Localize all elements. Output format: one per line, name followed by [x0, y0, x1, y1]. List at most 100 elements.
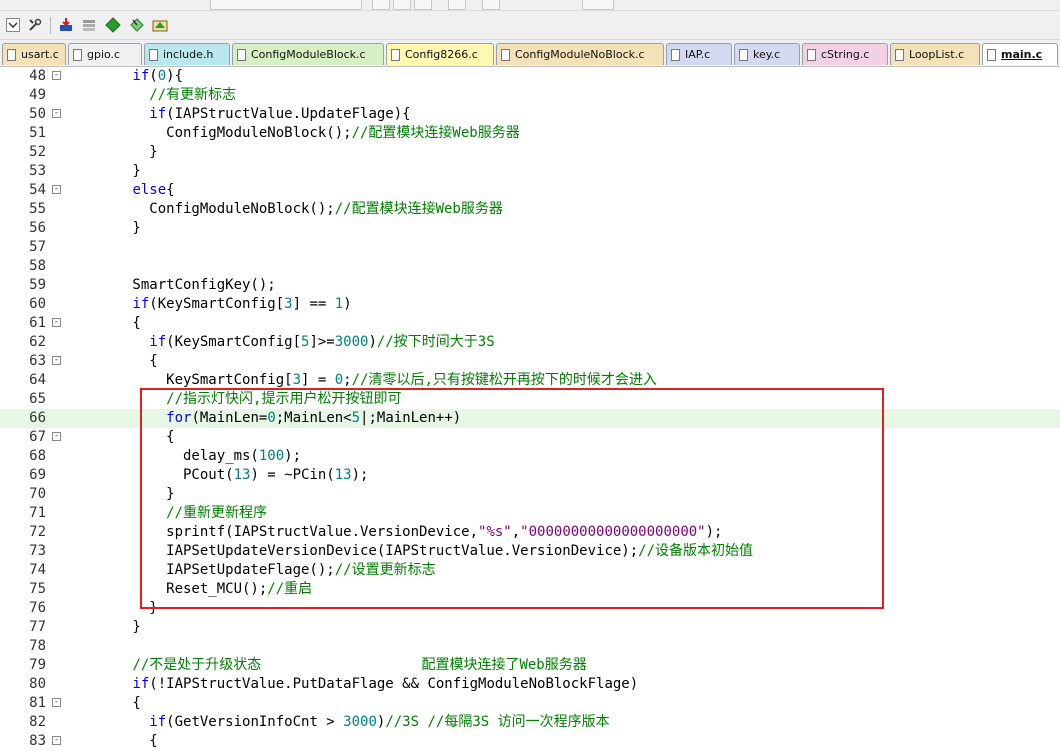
file-icon [73, 48, 82, 61]
code-text: else{ [65, 181, 174, 200]
toolbar-button[interactable] [482, 0, 500, 10]
code-token: ConfigModuleNoBlock(); [65, 125, 352, 141]
code-token: //不是处于升级状态 配置模块连接了Web服务器 [132, 657, 587, 673]
dropdown-icon[interactable] [3, 15, 23, 35]
code-text: SmartConfigKey(); [65, 276, 276, 295]
code-line[interactable]: 56 } [0, 219, 1060, 238]
line-number: 56 [29, 220, 46, 236]
code-token: } [65, 144, 158, 160]
file-icon [895, 48, 904, 61]
fold-toggle-icon[interactable]: - [52, 185, 61, 194]
code-token: ]>= [309, 334, 335, 350]
toolbar-button[interactable] [582, 0, 614, 10]
line-number: 74 [29, 562, 46, 578]
toolbar-button[interactable] [372, 0, 390, 10]
line-number: 78 [29, 638, 46, 654]
line-number: 76 [29, 600, 46, 616]
tab-usart-c[interactable]: usart.c [2, 43, 66, 65]
code-token: 3000 [343, 714, 377, 730]
code-token: KeySmartConfig[ [65, 372, 293, 388]
code-line[interactable]: 82 if(GetVersionInfoCnt > 3000)//3S //每隔… [0, 713, 1060, 732]
code-token: if [149, 714, 167, 730]
line-number: 70 [29, 486, 46, 502]
toolbar-button[interactable] [448, 0, 466, 10]
tab-cstring-c[interactable]: cString.c [802, 43, 888, 65]
tab-include-h[interactable]: include.h [144, 43, 230, 65]
code-token: } [65, 619, 141, 635]
fold-toggle-icon[interactable]: - [52, 698, 61, 707]
fold-toggle-icon[interactable]: - [52, 356, 61, 365]
load-icon[interactable] [56, 15, 76, 35]
code-token: } [65, 220, 141, 236]
code-line[interactable]: 78 [0, 637, 1060, 656]
editor-tab-bar: usart.c gpio.c include.h ConfigModuleBlo… [0, 40, 1060, 67]
line-number: 58 [29, 258, 46, 274]
code-text: { [65, 352, 157, 371]
tab-main-c[interactable]: main.c [982, 43, 1058, 65]
tab-looplist-c[interactable]: LoopList.c [890, 43, 980, 65]
fold-toggle-icon[interactable]: - [52, 109, 61, 118]
code-line[interactable]: 83- { [0, 732, 1060, 751]
wrench-icon[interactable] [25, 15, 45, 35]
file-icon [739, 48, 748, 61]
code-line[interactable]: 52 } [0, 143, 1060, 162]
file-icon [237, 48, 246, 61]
code-line[interactable]: 60 if(KeySmartConfig[3] == 1) [0, 295, 1060, 314]
code-token: ( [149, 68, 158, 84]
code-token: if [132, 296, 150, 312]
code-line[interactable]: 79 //不是处于升级状态 配置模块连接了Web服务器 [0, 656, 1060, 675]
code-line[interactable]: 55 ConfigModuleNoBlock();//配置模块连接Web服务器 [0, 200, 1060, 219]
diamond-icon[interactable] [103, 15, 123, 35]
code-token: if [149, 334, 167, 350]
code-token: ConfigModuleNoBlock(); [65, 201, 335, 217]
code-line[interactable]: 54- else{ [0, 181, 1060, 200]
tab-key-c[interactable]: key.c [734, 43, 800, 65]
diamond-arrow-icon[interactable] [127, 15, 147, 35]
line-number: 53 [29, 163, 46, 179]
code-token: } [65, 163, 141, 179]
code-line[interactable]: 50- if(IAPStructValue.UpdateFlage){ [0, 105, 1060, 124]
fold-toggle-icon[interactable]: - [52, 71, 61, 80]
line-number: 83 [29, 733, 46, 749]
stack-icon[interactable] [79, 15, 99, 35]
code-text: } [65, 219, 141, 238]
code-line[interactable]: 61- { [0, 314, 1060, 333]
manage-icon[interactable] [150, 15, 170, 35]
code-token: SmartConfigKey(); [65, 277, 276, 293]
code-line[interactable]: 59 SmartConfigKey(); [0, 276, 1060, 295]
fold-toggle-icon[interactable]: - [52, 432, 61, 441]
tab-iap-c[interactable]: IAP.c [666, 43, 732, 65]
code-line[interactable]: 51 ConfigModuleNoBlock();//配置模块连接Web服务器 [0, 124, 1060, 143]
toolbar-button[interactable] [393, 0, 411, 10]
code-text: { [65, 694, 141, 713]
line-number: 64 [29, 372, 46, 388]
code-token: { [65, 695, 141, 711]
red-highlight-box [140, 388, 884, 609]
code-token: 0 [157, 68, 167, 84]
code-line[interactable]: 57 [0, 238, 1060, 257]
tab-configmoduleblock-c[interactable]: ConfigModuleBlock.c [232, 43, 384, 65]
tab-config8266-c[interactable]: Config8266.c [386, 43, 494, 65]
code-token: (KeySmartConfig[ [149, 296, 285, 312]
build-target-dropdown[interactable] [210, 0, 362, 10]
line-number: 63 [29, 353, 46, 369]
code-line[interactable]: 48- if(0){ [0, 67, 1060, 86]
toolbar-button[interactable] [414, 0, 432, 10]
fold-toggle-icon[interactable]: - [52, 318, 61, 327]
code-line[interactable]: 81- { [0, 694, 1060, 713]
tab-configmodulenoblock-c[interactable]: ConfigModuleNoBlock.c [496, 43, 664, 65]
tab-gpio-c[interactable]: gpio.c [68, 43, 142, 65]
code-text: if(IAPStructValue.UpdateFlage){ [65, 105, 410, 124]
code-text: //有更新标志 [65, 86, 236, 105]
code-line[interactable]: 58 [0, 257, 1060, 276]
code-line[interactable]: 62 if(KeySmartConfig[5]>=3000)//按下时间大于3S [0, 333, 1060, 352]
code-line[interactable]: 49 //有更新标志 [0, 86, 1060, 105]
code-line[interactable]: 77 } [0, 618, 1060, 637]
code-token: (GetVersionInfoCnt > [166, 714, 344, 730]
fold-toggle-icon[interactable]: - [52, 736, 61, 745]
code-line[interactable]: 53 } [0, 162, 1060, 181]
code-line[interactable]: 80 if(!IAPStructValue.PutDataFlage && Co… [0, 675, 1060, 694]
code-line[interactable]: 63- { [0, 352, 1060, 371]
